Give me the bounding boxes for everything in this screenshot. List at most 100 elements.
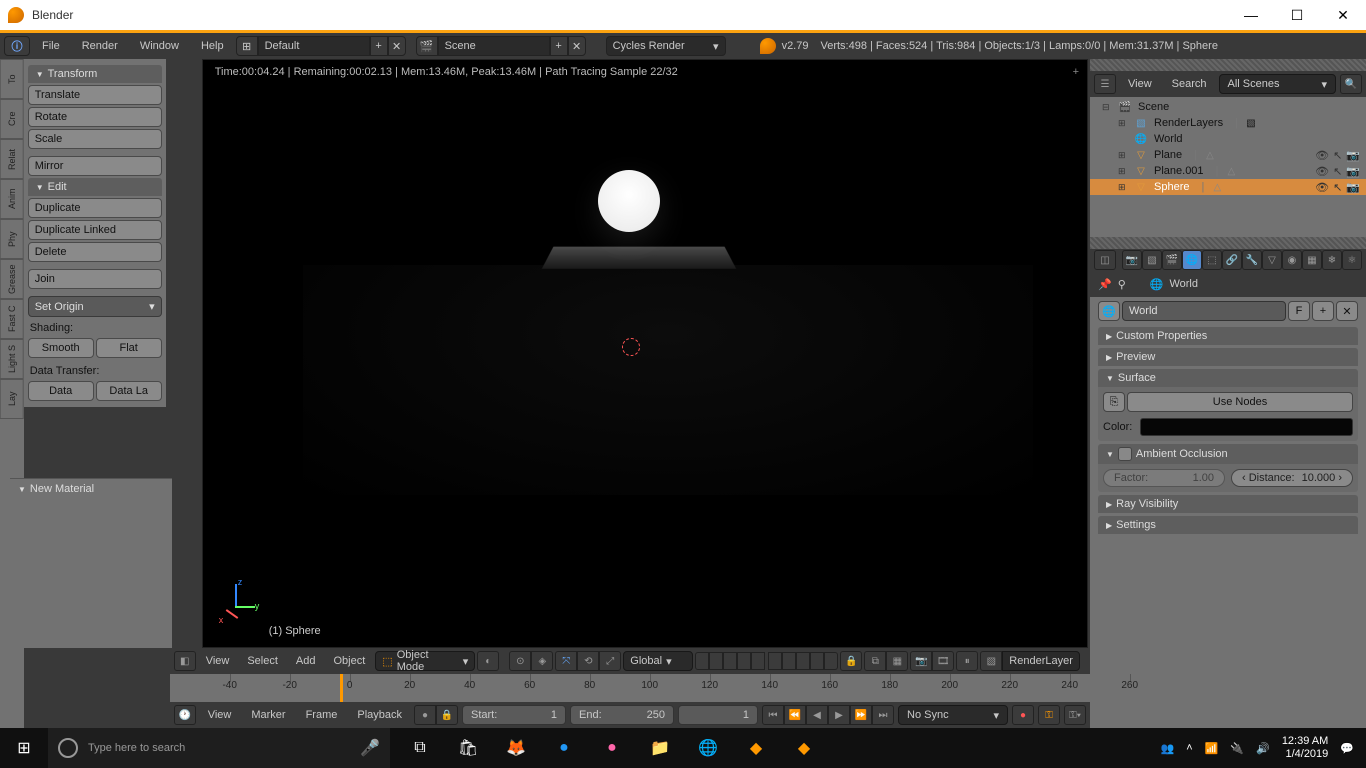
outliner-editor-type-icon[interactable]: ☰	[1094, 74, 1116, 94]
taskbar-search[interactable]: Type here to search 🎤	[48, 728, 390, 768]
timeline-playhead[interactable]	[340, 674, 343, 702]
world-name-field[interactable]: World	[1122, 301, 1286, 321]
tab-physics[interactable]: Phy	[0, 219, 24, 259]
world-color-swatch[interactable]	[1140, 418, 1353, 436]
menu-window[interactable]: Window	[130, 40, 189, 52]
surface-header[interactable]: Surface	[1098, 369, 1358, 387]
outliner-row[interactable]: ⊞▽Plane|△👁↖📷	[1090, 147, 1366, 163]
tab-animation[interactable]: Anim	[0, 179, 24, 219]
outliner-search-menu[interactable]: Search	[1164, 78, 1215, 90]
flat-button[interactable]: Flat	[96, 338, 162, 358]
tl-autokey-icon[interactable]: ●	[414, 705, 436, 725]
tab-constraints-icon[interactable]: 🔗	[1222, 250, 1242, 270]
keying-set-icon[interactable]: ⚿	[1038, 705, 1060, 725]
frame-end-field[interactable]: End:250	[570, 705, 674, 725]
play-icon[interactable]: ▶	[828, 705, 850, 725]
view3d-add-menu[interactable]: Add	[288, 655, 324, 667]
mic-icon[interactable]: 🎤	[360, 738, 380, 758]
tab-texture-icon[interactable]: ▦	[1302, 250, 1322, 270]
firefox-icon[interactable]: 🦊	[492, 728, 540, 768]
scale-manipulator-icon[interactable]: ⤢	[599, 651, 621, 671]
wifi-icon[interactable]: 📶	[1205, 742, 1219, 755]
resize-corner[interactable]	[1090, 59, 1366, 71]
blue-app-icon[interactable]: ●	[540, 728, 588, 768]
osu-icon[interactable]: ●	[588, 728, 636, 768]
tab-create[interactable]: Cre	[0, 99, 24, 139]
data-button[interactable]: Data	[28, 381, 94, 401]
record-icon[interactable]: ●	[1012, 705, 1034, 725]
tl-view[interactable]: View	[200, 709, 240, 721]
sync-dropdown[interactable]: No Sync▾	[898, 705, 1008, 725]
world-add-button[interactable]: +	[1312, 301, 1334, 321]
layout-add-button[interactable]: +	[370, 36, 388, 56]
rotate-manipulator-icon[interactable]: ⟲	[577, 651, 599, 671]
tab-grease[interactable]: Grease	[0, 259, 24, 299]
notifications-icon[interactable]: 💬	[1340, 742, 1354, 755]
tab-tools[interactable]: To	[0, 59, 24, 99]
mode-dropdown[interactable]: ⬚Object Mode▾	[375, 651, 475, 671]
new-material-header[interactable]: New Material	[10, 479, 172, 499]
edit-header[interactable]: Edit	[28, 178, 162, 196]
tab-object-icon[interactable]: ⬚	[1202, 250, 1222, 270]
pivot-widgets[interactable]: ⊙ ◈	[509, 651, 553, 671]
tab-particles-icon[interactable]: ❄	[1322, 250, 1342, 270]
ao-checkbox[interactable]	[1118, 447, 1132, 461]
pin-context-icon[interactable]: ⚲	[1118, 278, 1126, 291]
custom-props-header[interactable]: Custom Properties	[1098, 327, 1358, 345]
translate-button[interactable]: Translate	[28, 85, 162, 105]
chrome-icon[interactable]: 🌐	[684, 728, 732, 768]
pivot-icon[interactable]: ⊙	[509, 651, 531, 671]
frame-current-field[interactable]: 1	[678, 705, 758, 725]
settings-header[interactable]: Settings	[1098, 516, 1358, 534]
duplicate-linked-button[interactable]: Duplicate Linked	[28, 220, 162, 240]
info-editor-type-icon[interactable]: ⓘ	[4, 36, 30, 56]
view3d-object-menu[interactable]: Object	[326, 655, 374, 667]
skip-start-icon[interactable]: ⏮	[762, 705, 784, 725]
view3d-view-menu[interactable]: View	[198, 655, 238, 667]
outliner-filter-dropdown[interactable]: All Scenes▾	[1219, 74, 1336, 94]
volume-icon[interactable]: 🔊	[1256, 742, 1270, 755]
outliner-row[interactable]: ⊞▽Plane.001|△👁↖📷	[1090, 163, 1366, 179]
tl-frame[interactable]: Frame	[298, 709, 346, 721]
keying-set-dropdown-icon[interactable]: ⚿▾	[1064, 705, 1086, 725]
world-datablock-icon[interactable]: 🌐	[1098, 301, 1120, 321]
taskbar-clock[interactable]: 12:39 AM1/4/2019	[1282, 735, 1328, 761]
prev-key-icon[interactable]: ⏪	[784, 705, 806, 725]
data-layout-button[interactable]: Data La	[96, 381, 162, 401]
manipulator-icon[interactable]: ◈	[531, 651, 553, 671]
outliner-tree[interactable]: ⊟🎬Scene⊞▧RenderLayers|▧🌐World⊞▽Plane|△👁↖…	[1090, 97, 1366, 237]
tl-playback[interactable]: Playback	[349, 709, 410, 721]
tab-material-icon[interactable]: ◉	[1282, 250, 1302, 270]
transform-widgets[interactable]: ⤧ ⟲ ⤢	[555, 651, 621, 671]
tab-modifiers-icon[interactable]: 🔧	[1242, 250, 1262, 270]
view3d-select-menu[interactable]: Select	[239, 655, 286, 667]
renderlayer-slot[interactable]: ▧ RenderLayer	[980, 651, 1080, 671]
timeline-editor-type-icon[interactable]: 🕐	[174, 705, 196, 725]
snap-target-icon[interactable]: ▦	[886, 651, 908, 671]
scene-delete-button[interactable]: ✕	[568, 36, 586, 56]
store-icon[interactable]: 🛍	[444, 728, 492, 768]
people-icon[interactable]: 👥	[1161, 742, 1175, 755]
set-origin-dropdown[interactable]: Set Origin▾	[28, 296, 162, 317]
menu-help[interactable]: Help	[191, 40, 234, 52]
scene-add-button[interactable]: +	[550, 36, 568, 56]
snap-group[interactable]: ⧉ ▦	[864, 651, 908, 671]
outliner-view-menu[interactable]: View	[1120, 78, 1160, 90]
lock-icon[interactable]: 🔒	[840, 651, 862, 671]
world-unlink-button[interactable]: ✕	[1336, 301, 1358, 321]
play-reverse-icon[interactable]: ◀	[806, 705, 828, 725]
tray-chevron-icon[interactable]: ˄	[1186, 742, 1192, 754]
resize-corner-2[interactable]	[1090, 237, 1366, 249]
outliner-row[interactable]: ⊞▽Sphere|△👁↖📷	[1090, 179, 1366, 195]
tab-lights[interactable]: Light S	[0, 339, 24, 379]
snap-toggle-icon[interactable]: ⧉	[864, 651, 886, 671]
timeline-ruler[interactable]: -40-200204060801001201401601802002202402…	[170, 674, 1090, 702]
tab-renderlayers-icon[interactable]: ▧	[1142, 250, 1162, 270]
frame-start-field[interactable]: Start:1	[462, 705, 566, 725]
screen-layout-dropdown[interactable]: ⊞ Default + ✕	[236, 36, 406, 56]
use-nodes-button[interactable]: Use Nodes	[1127, 392, 1353, 412]
viewport-add-icon[interactable]: +	[1073, 66, 1079, 78]
delete-button[interactable]: Delete	[28, 242, 162, 262]
scale-button[interactable]: Scale	[28, 129, 162, 149]
rotate-button[interactable]: Rotate	[28, 107, 162, 127]
